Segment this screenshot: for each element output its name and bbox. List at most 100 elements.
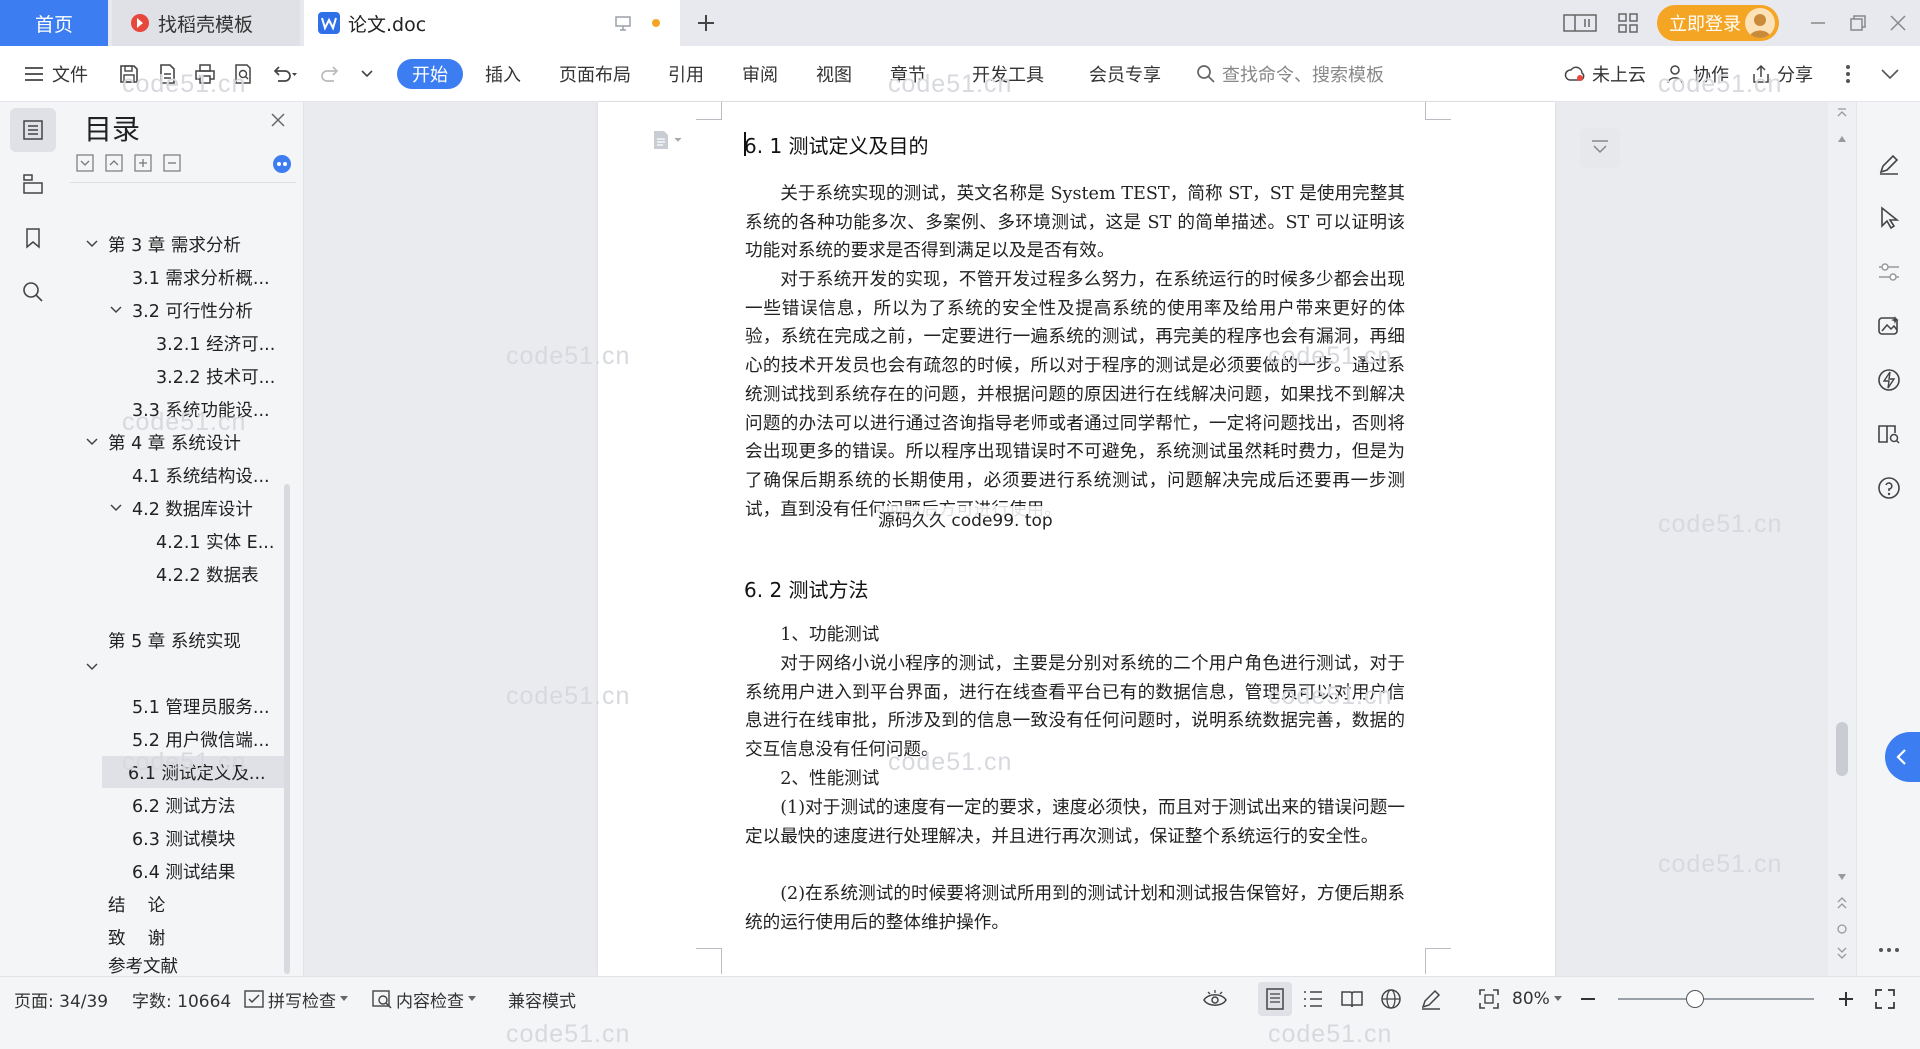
redo-button[interactable] bbox=[314, 46, 348, 102]
remove-heading-icon[interactable] bbox=[163, 154, 181, 172]
zoom-in-button[interactable] bbox=[1838, 977, 1854, 1021]
login-button[interactable]: 立即登录 bbox=[1657, 5, 1779, 41]
select-tool-button[interactable] bbox=[1873, 202, 1905, 234]
prev-page-icon[interactable] bbox=[1837, 896, 1847, 910]
word-count[interactable]: 字数: 10664 bbox=[132, 977, 231, 1021]
tab-document[interactable]: 论文.doc bbox=[304, 0, 680, 46]
tab-home[interactable]: 首页 bbox=[0, 0, 108, 46]
toc-item[interactable]: 3.2 可行性分析 bbox=[70, 294, 286, 326]
toc-item[interactable]: 第 5 章 系统实现 bbox=[70, 624, 286, 656]
scroll-down-icon[interactable] bbox=[1838, 874, 1846, 880]
present-icon[interactable] bbox=[614, 14, 632, 32]
spell-check-button[interactable]: 拼写检查 bbox=[244, 977, 348, 1021]
page-view-button[interactable] bbox=[1258, 982, 1292, 1016]
add-heading-icon[interactable] bbox=[134, 154, 152, 172]
ribbon-tab-insert[interactable]: 插入 bbox=[476, 46, 530, 102]
ai-assistant-button[interactable] bbox=[1873, 364, 1905, 396]
fit-page-button[interactable] bbox=[1478, 977, 1500, 1021]
zoom-dropdown[interactable]: 80% bbox=[1512, 977, 1562, 1021]
zoom-slider-thumb[interactable] bbox=[1686, 990, 1704, 1008]
scroll-up-icon[interactable] bbox=[1838, 136, 1846, 142]
next-page-icon[interactable] bbox=[1837, 946, 1847, 960]
toc-panel-button[interactable] bbox=[10, 108, 56, 152]
apps-grid-icon[interactable] bbox=[1608, 0, 1648, 46]
toc-item[interactable]: 5.1 管理员服务... bbox=[70, 690, 286, 722]
toc-item[interactable]: 4.2.2 数据表 bbox=[70, 558, 286, 590]
more-options-button[interactable] bbox=[1834, 46, 1862, 102]
expand-side-panel-button[interactable] bbox=[1885, 732, 1920, 782]
more-tools-button[interactable] bbox=[1873, 934, 1905, 966]
redo-icon bbox=[320, 63, 342, 85]
watermark-text: code51.cn bbox=[506, 682, 631, 710]
toc-item[interactable]: 3.1 需求分析概... bbox=[70, 261, 286, 293]
document-page[interactable]: 6. 1 测试定义及目的 关于系统实现的测试，英文名称是 System TEST… bbox=[598, 102, 1555, 976]
select-browse-icon[interactable] bbox=[1837, 924, 1847, 934]
find-button[interactable] bbox=[10, 270, 56, 314]
document-scrollbar[interactable] bbox=[1828, 102, 1856, 976]
toc-item[interactable]: 6.2 测试方法 bbox=[70, 789, 286, 821]
cloud-status-button[interactable]: 未上云 bbox=[1560, 46, 1650, 102]
filter-button[interactable] bbox=[1580, 128, 1620, 168]
toc-scrollbar[interactable] bbox=[284, 484, 290, 974]
image-tool-button[interactable] bbox=[1873, 310, 1905, 342]
scroll-top-icon[interactable] bbox=[1837, 108, 1847, 120]
page-indicator[interactable]: 页面: 34/39 bbox=[14, 977, 108, 1021]
section-nav-button[interactable] bbox=[10, 162, 56, 206]
close-toc-button[interactable] bbox=[270, 112, 286, 128]
eye-icon bbox=[1202, 989, 1228, 1009]
help-button[interactable] bbox=[1873, 472, 1905, 504]
ribbon-tab-references[interactable]: 引用 bbox=[656, 46, 716, 102]
read-mode-button[interactable] bbox=[1873, 418, 1905, 450]
scrollbar-thumb[interactable] bbox=[1836, 722, 1848, 776]
fullscreen-button[interactable] bbox=[1874, 977, 1896, 1021]
toc-item[interactable]: 4.2.1 实体 E... bbox=[70, 525, 286, 557]
collapse-ribbon-button[interactable] bbox=[1872, 46, 1908, 102]
annotate-button[interactable] bbox=[1420, 977, 1442, 1021]
collapse-all-icon[interactable] bbox=[105, 154, 123, 172]
undo-button[interactable] bbox=[264, 46, 304, 102]
zoom-slider-track[interactable] bbox=[1618, 998, 1814, 1000]
outline-view-button[interactable] bbox=[1302, 977, 1324, 1021]
web-view-button[interactable] bbox=[1380, 977, 1402, 1021]
tab-docer-templates[interactable]: 找稻壳模板 bbox=[112, 0, 300, 46]
toc-item[interactable]: 3.2.1 经济可... bbox=[70, 327, 286, 359]
toc-item[interactable]: 6.4 测试结果 bbox=[70, 855, 286, 887]
eye-protection-button[interactable] bbox=[1202, 977, 1228, 1021]
chevron-down-icon bbox=[674, 137, 682, 143]
toc-item[interactable]: 4.2 数据库设计 bbox=[70, 492, 286, 524]
ribbon-tab-page-layout[interactable]: 页面布局 bbox=[548, 46, 642, 102]
layout-toggle-icon[interactable] bbox=[1560, 0, 1600, 46]
heading-6-2: 6. 2 测试方法 bbox=[744, 578, 869, 602]
toc-item[interactable]: 6.3 测试模块 bbox=[70, 822, 286, 854]
watermark-text: code51.cn bbox=[122, 70, 247, 98]
toc-item[interactable]: 参考文献 bbox=[70, 954, 286, 977]
read-view-button[interactable] bbox=[1340, 977, 1364, 1021]
pen-tool-button[interactable] bbox=[1873, 148, 1905, 180]
smart-toc-icon[interactable] bbox=[272, 154, 292, 174]
toc-item[interactable]: 4.1 系统结构设... bbox=[70, 459, 286, 491]
close-window-button[interactable] bbox=[1878, 0, 1918, 46]
toc-item[interactable]: 3.2.2 技术可... bbox=[70, 360, 286, 392]
command-search-input[interactable]: 查找命令、搜索模板 bbox=[1196, 46, 1396, 102]
file-menu-button[interactable]: 文件 bbox=[16, 46, 96, 102]
quick-access-dropdown[interactable] bbox=[352, 46, 382, 102]
filter-icon bbox=[1590, 139, 1610, 157]
expand-all-icon[interactable] bbox=[76, 154, 94, 172]
ribbon-tab-review[interactable]: 审阅 bbox=[730, 46, 790, 102]
ribbon-tab-start[interactable]: 开始 bbox=[397, 59, 463, 89]
new-tab-button[interactable] bbox=[688, 0, 724, 46]
toc-item[interactable]: 致 谢 bbox=[70, 921, 286, 953]
adjust-tool-button[interactable] bbox=[1873, 256, 1905, 288]
ribbon-tab-member[interactable]: 会员专享 bbox=[1080, 46, 1170, 102]
restore-button[interactable] bbox=[1838, 0, 1878, 46]
chevron-down-icon[interactable] bbox=[84, 659, 100, 675]
zoom-out-button[interactable] bbox=[1580, 977, 1596, 1021]
bookmark-button[interactable] bbox=[10, 216, 56, 260]
content-check-button[interactable]: 内容检查 bbox=[372, 977, 476, 1021]
toc-item[interactable]: 结 论 bbox=[70, 888, 286, 920]
toc-item[interactable]: 第 3 章 需求分析 bbox=[70, 228, 286, 260]
minimize-button[interactable] bbox=[1798, 0, 1838, 46]
chevron-down-icon bbox=[360, 69, 374, 79]
ribbon-tab-view[interactable]: 视图 bbox=[804, 46, 864, 102]
paragraph-handle[interactable] bbox=[652, 130, 682, 150]
